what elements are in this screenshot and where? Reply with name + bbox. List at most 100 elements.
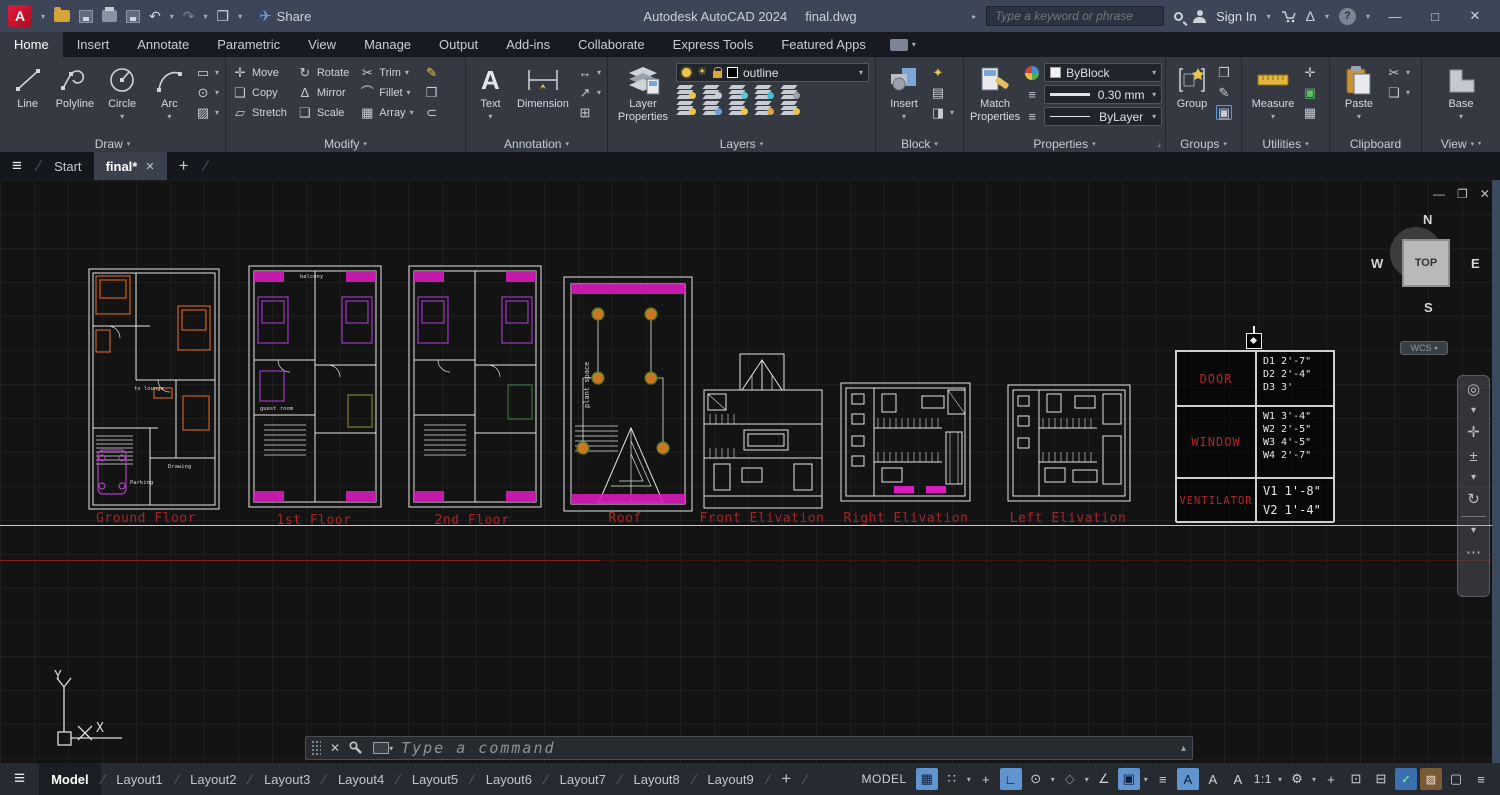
tab-layout6[interactable]: Layout6	[474, 763, 544, 795]
array-button[interactable]: ▦Array▾	[359, 104, 413, 121]
command-close-icon[interactable]: ✕	[330, 741, 340, 755]
match-properties-button[interactable]: Match Properties	[970, 61, 1020, 123]
autocad-app-icon[interactable]: A	[8, 5, 32, 27]
ellipse-caret-icon[interactable]: ▾	[215, 88, 219, 97]
lineweight-toggle[interactable]: ≡	[1152, 768, 1174, 790]
viewport-minimize-icon[interactable]: —	[1433, 187, 1445, 201]
viewport-close-icon[interactable]: ✕	[1480, 187, 1490, 201]
copy-clip-caret-icon[interactable]: ▾	[1406, 88, 1410, 97]
tab-layout4[interactable]: Layout4	[326, 763, 396, 795]
fillet-caret-icon[interactable]: ▾	[407, 88, 411, 97]
polyline-button[interactable]: Polyline	[53, 61, 96, 111]
new-drawing-button[interactable]: +	[167, 152, 201, 180]
print-icon[interactable]	[126, 10, 140, 23]
copy-button[interactable]: ❏Copy	[232, 84, 287, 101]
arc-caret-icon[interactable]: ▾	[167, 112, 171, 121]
ribbon-tab-home[interactable]: Home	[0, 32, 63, 57]
viewcube-top-face[interactable]: TOP	[1402, 239, 1450, 287]
nav-more-icon[interactable]: ⋯	[1466, 545, 1481, 560]
viewcube-west[interactable]: W	[1371, 256, 1383, 271]
paste-caret-icon[interactable]: ▾	[1357, 112, 1361, 121]
sign-in-label[interactable]: Sign In	[1216, 9, 1256, 24]
plot-icon[interactable]	[102, 10, 117, 22]
insert-button[interactable]: Insert ▾	[882, 61, 926, 121]
isolate-objects-icon[interactable]: ⊡	[1345, 768, 1367, 790]
layer-thaw-all-icon[interactable]	[730, 101, 746, 114]
ungroup-icon[interactable]: ❒	[1216, 66, 1232, 79]
sign-in-caret-icon[interactable]: ▾	[1267, 12, 1271, 21]
paste-button[interactable]: Paste ▾	[1336, 61, 1382, 121]
autodesk-caret-icon[interactable]: ▾	[1325, 12, 1329, 21]
offset-icon[interactable]: ⊂	[424, 106, 440, 119]
circle-caret-icon[interactable]: ▾	[120, 112, 124, 121]
drawing-canvas[interactable]: — ❐ ✕	[0, 180, 1500, 763]
text-caret-icon[interactable]: ▾	[488, 112, 492, 121]
command-history-icon[interactable]: ▴	[1181, 743, 1192, 754]
layer-dropdown[interactable]: ☀ outline ▾	[676, 63, 869, 82]
search-icon[interactable]	[1174, 12, 1183, 21]
dynamic-input-toggle[interactable]: +	[975, 768, 997, 790]
id-point-icon[interactable]: ✛	[1302, 66, 1318, 79]
circle-button[interactable]: Circle ▾	[101, 61, 144, 121]
snap-toggle[interactable]: ∷	[941, 768, 963, 790]
file-tab-menu-icon[interactable]: ≡	[0, 156, 34, 176]
arc-button[interactable]: Arc ▾	[148, 61, 191, 121]
object-snap-tracking-toggle[interactable]: ∠	[1093, 768, 1115, 790]
group-edit-icon[interactable]: ✎	[1216, 86, 1232, 99]
text-button[interactable]: A Text ▾	[472, 61, 509, 121]
annotation-visibility-toggle[interactable]: A	[1177, 768, 1199, 790]
trim-caret-icon[interactable]: ▾	[405, 68, 409, 77]
annotation-monitor-icon[interactable]: +	[1320, 768, 1342, 790]
tab-layout3[interactable]: Layout3	[252, 763, 322, 795]
insert-caret-icon[interactable]: ▾	[902, 112, 906, 121]
file-tab-final[interactable]: final* ✕	[94, 152, 167, 180]
annotation-scale-icon[interactable]: A	[1227, 768, 1249, 790]
plot-status-icon[interactable]: ⊟	[1370, 768, 1392, 790]
recent-commands-icon[interactable]	[373, 742, 389, 754]
mirror-button[interactable]: ∆Mirror	[297, 84, 349, 101]
viewcube[interactable]: N W E S TOP	[1383, 220, 1473, 310]
nav-more-caret-icon[interactable]: ▾	[1471, 526, 1476, 536]
wcs-selector[interactable]: WCS▾	[1400, 341, 1448, 355]
layout-menu-icon[interactable]: ≡	[0, 768, 39, 790]
pan-icon[interactable]: ✛	[1467, 425, 1480, 440]
annotation-scale-value[interactable]: 1:1	[1252, 772, 1274, 786]
linear-dimension-icon[interactable]: ↔	[577, 66, 593, 79]
snap-caret-icon[interactable]: ▾	[967, 775, 971, 784]
panel-label-draw[interactable]: Draw▾	[0, 135, 225, 152]
rectangle-caret-icon[interactable]: ▾	[215, 68, 219, 77]
tab-layout1[interactable]: Layout1	[104, 763, 174, 795]
app-menu-caret-icon[interactable]: ▾	[41, 12, 45, 21]
object-color-dropdown[interactable]: ByBlock ▾	[1044, 63, 1162, 82]
new-layout-button[interactable]: +	[769, 763, 803, 795]
ribbon-tab-insert[interactable]: Insert	[63, 32, 124, 57]
ribbon-tab-parametric[interactable]: Parametric	[203, 32, 294, 57]
block-caret-icon[interactable]: ▾	[950, 108, 954, 117]
color-wheel-icon[interactable]	[1024, 65, 1040, 81]
layer-properties-button[interactable]: Layer Properties	[614, 61, 672, 123]
block-attributes-icon[interactable]: ◨	[930, 106, 946, 119]
workspace-switching-icon[interactable]: ⚙	[1286, 768, 1308, 790]
ribbon-tab-collaborate[interactable]: Collaborate	[564, 32, 659, 57]
stretch-button[interactable]: ▱Stretch	[232, 104, 287, 121]
edit-block-icon[interactable]: ▤	[930, 86, 946, 99]
tab-layout8[interactable]: Layout8	[622, 763, 692, 795]
rectangle-icon[interactable]: ▭	[195, 66, 211, 79]
layer-lock-icon[interactable]	[756, 85, 772, 98]
file-tab-close-icon[interactable]: ✕	[145, 160, 154, 173]
help-search-input[interactable]	[986, 6, 1164, 26]
erase-icon[interactable]: ✎	[424, 66, 440, 79]
open-icon[interactable]	[54, 10, 70, 22]
zoom-icon[interactable]: ±	[1469, 449, 1477, 464]
rotate-button[interactable]: ↻Rotate	[297, 64, 349, 81]
grid-toggle[interactable]: ▦	[916, 768, 938, 790]
nav-wheel-caret-icon[interactable]: ▾	[1471, 406, 1476, 416]
quick-calculator-icon[interactable]: ▦	[1302, 106, 1318, 119]
file-tab-start[interactable]: Start	[42, 152, 93, 180]
share-button[interactable]: ✈ Share	[259, 7, 311, 25]
account-icon[interactable]	[1193, 10, 1206, 23]
ribbon-tab-addins[interactable]: Add-ins	[492, 32, 564, 57]
maximize-button[interactable]: □	[1420, 9, 1450, 24]
viewport-restore-icon[interactable]: ❐	[1457, 187, 1468, 201]
clean-screen-icon[interactable]: ▢	[1445, 768, 1467, 790]
